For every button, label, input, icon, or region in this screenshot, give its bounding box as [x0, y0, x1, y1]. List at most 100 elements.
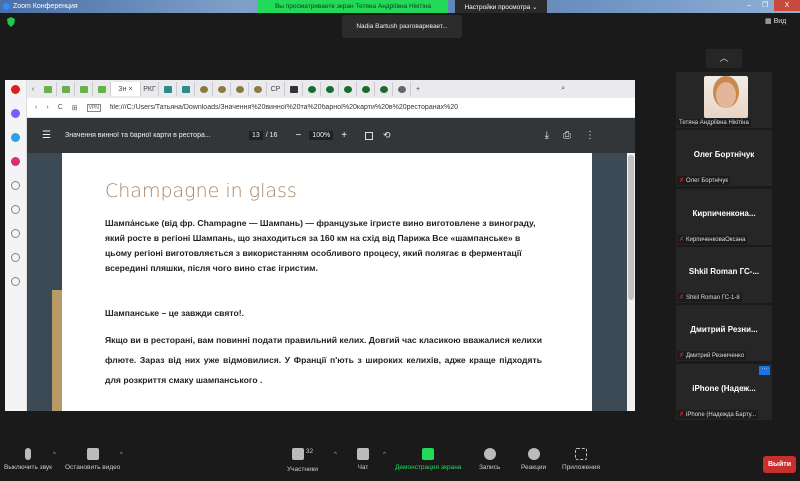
muted-mic-icon: ✗ [679, 237, 685, 243]
document-heading: Champagne in glass [105, 180, 297, 202]
reload-button[interactable]: C [58, 104, 63, 111]
more-options-icon[interactable]: ⋮ [585, 130, 595, 141]
tabs-scroll-left[interactable]: ‹ [27, 86, 39, 93]
view-button[interactable]: ▦ Вид [765, 17, 786, 25]
participant-label: iPhone (Надежда Барту... [686, 412, 757, 418]
participant-tile[interactable]: Олег Бортнічук ✗ Олег Бортнічук [676, 130, 772, 186]
security-shield-icon[interactable] [7, 17, 15, 27]
apps-label: Приложения [562, 464, 601, 471]
participants-caret[interactable]: ^ [334, 452, 337, 458]
microphone-icon [25, 448, 32, 460]
participant-name: Дмитрий Резни... [690, 325, 758, 334]
share-screen-button[interactable]: Демонстрация экрана [395, 448, 461, 471]
instagram-icon[interactable] [11, 157, 20, 166]
leave-button[interactable]: Выйти [763, 456, 796, 473]
view-options-button[interactable]: Настройки просмотра ⌄ [455, 0, 547, 13]
lightbulb-icon[interactable] [11, 277, 20, 286]
opera-logo-icon[interactable] [11, 85, 20, 94]
chat-label: Чат [357, 464, 369, 471]
tab[interactable] [93, 82, 111, 96]
share-label: Демонстрация экрана [395, 464, 462, 471]
record-label: Запись [479, 464, 501, 471]
pdf-menu-icon[interactable]: ☰ [42, 130, 51, 141]
tab[interactable] [339, 82, 357, 96]
tab-active[interactable]: Зн × [111, 82, 141, 96]
pdf-title: Значення винної та барної карти в рестор… [64, 132, 211, 139]
zoom-logo-icon [3, 3, 10, 10]
stop-video-button[interactable]: Остановить видео [65, 448, 120, 471]
tab[interactable] [303, 82, 321, 96]
tab[interactable] [249, 82, 267, 96]
tab[interactable] [39, 82, 57, 96]
video-options-caret[interactable]: ^ [120, 452, 123, 458]
paragraph-intro: Шампа́нське (від фр. Champagne — Шампань… [105, 218, 536, 273]
print-icon[interactable]: ⎙ [563, 130, 571, 141]
tab[interactable] [375, 82, 393, 96]
tab[interactable] [75, 82, 93, 96]
record-icon [483, 448, 496, 460]
back-button[interactable]: ‹ [35, 104, 37, 111]
tabs-grid-icon[interactable]: ⊞ [72, 104, 78, 112]
page-total: / 16 [265, 132, 278, 139]
tab[interactable] [213, 82, 231, 96]
tab[interactable] [177, 82, 195, 96]
new-tab-button[interactable]: + [411, 86, 425, 93]
url-field[interactable]: file:///C:/Users/Татьяна/Downloads/Значе… [110, 104, 460, 111]
paragraph-slogan: Шампанське – це завжди свято!. [105, 308, 244, 318]
tab[interactable] [159, 82, 177, 96]
participant-tile[interactable]: Тетяна Андріївна Нікітіна [676, 72, 772, 128]
tab[interactable] [195, 82, 213, 96]
participants-button[interactable]: 32 Участники [287, 448, 318, 473]
apps-button[interactable]: Приложения [562, 448, 600, 471]
participant-label-wrap: ✗ Олег Бортнічук [677, 176, 730, 185]
fit-page-icon[interactable] [365, 131, 374, 140]
more-options-button[interactable]: ··· [759, 366, 770, 375]
forward-button[interactable]: › [46, 104, 48, 111]
tab[interactable]: СР [267, 82, 285, 96]
view-label: Вид [773, 18, 787, 25]
tab[interactable] [57, 82, 75, 96]
participant-tile[interactable]: Кирпиченкона... ✗ КирпиченковаОксана [676, 189, 772, 245]
search-tabs-icon[interactable]: ⌕ [561, 85, 565, 93]
heart-icon[interactable] [11, 205, 20, 214]
maximize-button[interactable]: ❐ [758, 0, 772, 11]
shared-browser-window: ‹ Зн × РКГ СР + ⌕ ‹ › C ⊞ VPN file:///C:… [5, 80, 635, 411]
telegram-icon[interactable] [11, 133, 20, 142]
record-button[interactable]: Запись [479, 448, 500, 471]
participant-tile[interactable]: Shkil Roman ГС-... ✗ Shkil Roman ГС-1-8 [676, 247, 772, 303]
page-number-input[interactable]: 13 [248, 131, 263, 140]
chat-caret[interactable]: ^ [383, 452, 386, 458]
download-icon[interactable]: ⤓ [545, 130, 549, 141]
speed-dial-icon[interactable] [11, 181, 20, 190]
participant-tile[interactable]: Дмитрий Резни... ✗ Дмитрий Резниченко [676, 305, 772, 361]
rotate-icon[interactable]: ⟲ [383, 130, 391, 141]
reactions-button[interactable]: Реакции [521, 448, 546, 471]
zoom-out-button[interactable]: − [295, 130, 301, 141]
address-bar: ‹ › C ⊞ VPN file:///C:/Users/Татьяна/Dow… [27, 98, 635, 118]
vpn-badge[interactable]: VPN [86, 103, 101, 112]
history-icon[interactable] [11, 229, 20, 238]
zoom-level-input[interactable]: 100% [309, 131, 334, 140]
close-button[interactable]: X [774, 0, 800, 11]
tab[interactable] [321, 82, 339, 96]
tab-close-icon[interactable]: × [128, 86, 132, 93]
tab[interactable] [393, 82, 411, 96]
tab[interactable] [357, 82, 375, 96]
audio-options-caret[interactable]: ^ [53, 452, 56, 458]
tab[interactable]: РКГ [141, 82, 159, 96]
messenger-icon[interactable] [11, 109, 20, 118]
chat-button[interactable]: Чат [357, 448, 369, 471]
mute-button[interactable]: Выключить звук [4, 448, 52, 471]
pdf-scrollbar[interactable] [627, 153, 635, 411]
muted-mic-icon: ✗ [679, 412, 685, 418]
minimize-button[interactable]: – [742, 0, 756, 11]
zoom-in-button[interactable]: + [341, 130, 347, 141]
page-decoration [52, 290, 62, 411]
tab[interactable] [285, 82, 303, 96]
participant-tile[interactable]: ··· iPhone (Надеж... ✗ iPhone (Надежда Барт… [676, 364, 772, 420]
participant-label: КирпиченковаОксана [686, 237, 746, 243]
participants-icon [291, 448, 304, 460]
tab[interactable] [231, 82, 249, 96]
scroll-up-button[interactable]: ︿ [706, 49, 742, 68]
settings-icon[interactable] [11, 253, 20, 262]
